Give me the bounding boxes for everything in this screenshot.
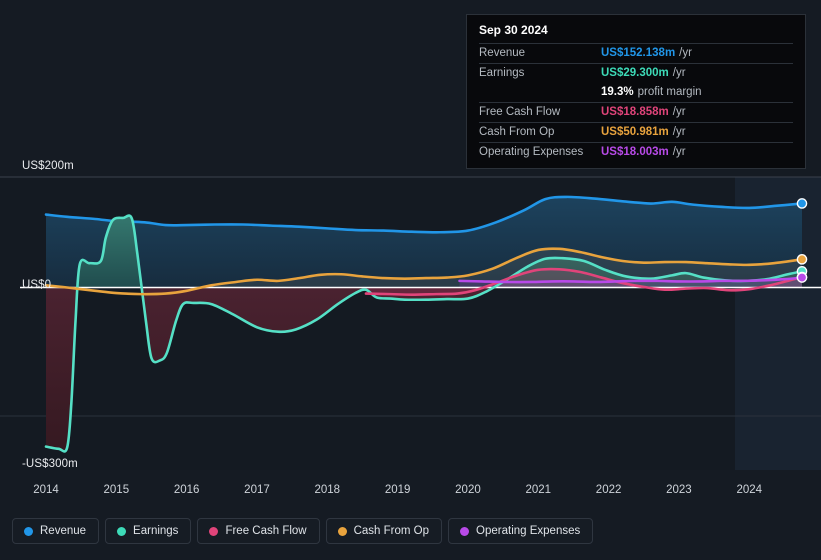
- tooltip-row: Earnings US$29.300m/yr: [479, 63, 793, 83]
- x-axis-tick-2018: 2018: [314, 484, 341, 496]
- data-tooltip-card: Sep 30 2024 Revenue US$152.138m/yr Earning…: [466, 14, 806, 169]
- operating-expenses-end-marker: [796, 272, 808, 283]
- chart-legend[interactable]: Revenue Earnings Free Cash Flow Cash From O…: [12, 518, 594, 544]
- legend-item-free-cash-flow[interactable]: Free Cash Flow: [197, 518, 320, 544]
- tooltip-row: Revenue US$152.138m/yr: [479, 43, 793, 63]
- tooltip-row-unit: profit margin: [637, 86, 702, 98]
- tooltip-row-label: Free Cash Flow: [479, 106, 561, 118]
- legend-color-dot: [460, 526, 470, 536]
- legend-item-label: Earnings: [133, 525, 179, 537]
- x-axis-tick-2019: 2019: [384, 484, 411, 496]
- x-axis-tick-2014: 2014: [33, 484, 59, 496]
- tooltip-row: 19.3% profit margin: [479, 83, 793, 102]
- tooltip-row-value: US$29.300m/yr: [601, 67, 686, 79]
- legend-item-label: Free Cash Flow: [225, 525, 307, 537]
- legend-color-dot: [337, 526, 347, 536]
- legend-color-dot: [24, 526, 33, 536]
- x-axis-tick-2022: 2022: [595, 484, 622, 496]
- tooltip-row-value: US$50.981m/yr: [601, 126, 686, 138]
- x-axis-tick-2020: 2020: [455, 484, 481, 496]
- tooltip-row: Operating Expenses US$18.003m/yr: [479, 142, 793, 162]
- tooltip-row: Cash From Op US$50.981m/yr: [479, 122, 793, 142]
- legend-item-earnings[interactable]: Earnings: [105, 518, 192, 544]
- x-axis-tick-2021: 2021: [525, 484, 552, 496]
- y-axis-label-top: US$200m: [22, 160, 74, 172]
- tooltip-row-value: US$18.858m/yr: [601, 106, 686, 118]
- legend-item-revenue[interactable]: Revenue: [12, 518, 100, 544]
- tooltip-row-unit: /yr: [672, 146, 686, 158]
- legend-color-dot: [209, 526, 219, 536]
- tooltip-row-label: Revenue: [479, 47, 526, 59]
- tooltip-row-unit: /yr: [672, 126, 686, 138]
- y-axis-label-zero: US$0: [22, 279, 52, 291]
- tooltip-row-unit: /yr: [672, 106, 686, 118]
- tooltip-row: Free Cash Flow US$18.858m/yr: [479, 102, 793, 122]
- y-axis-label-bottom: -US$300m: [22, 458, 78, 470]
- legend-item-label: Cash From Op: [353, 525, 430, 537]
- tooltip-row-value: 19.3% profit margin: [601, 86, 702, 98]
- tooltip-row-unit: /yr: [679, 47, 692, 59]
- x-axis-tick-2024: 2024: [736, 484, 763, 496]
- tooltip-row-label: Operating Expenses: [479, 146, 584, 158]
- legend-color-dot: [117, 526, 127, 536]
- legend-item-cash-from-op[interactable]: Cash From Op: [325, 518, 443, 544]
- cash-from-op-end-marker: [796, 254, 808, 265]
- x-axis-tick-2023: 2023: [666, 484, 692, 496]
- x-axis-tick-2015: 2015: [103, 484, 130, 496]
- legend-item-label: Operating Expenses: [476, 525, 581, 537]
- x-axis-tick-2017: 2017: [244, 484, 270, 496]
- tooltip-rows: Revenue US$152.138m/yr Earnings US$29.300m /…: [479, 43, 793, 162]
- legend-item-operating-expenses[interactable]: Operating Expenses: [448, 518, 594, 544]
- revenue-end-marker: [796, 198, 808, 209]
- tooltip-row-label: Cash From Op: [479, 126, 555, 138]
- legend-item-label: Revenue: [40, 525, 87, 537]
- tooltip-row-label: Earnings: [479, 67, 525, 79]
- tooltip-row-value: US$18.003m/yr: [601, 146, 686, 158]
- tooltip-row-unit: /yr: [672, 67, 686, 79]
- x-axis-tick-2016: 2016: [173, 484, 200, 496]
- x-axis: 2014 2015 2016 2017 2018 2019 2020 2021 2022 2023…: [0, 484, 821, 502]
- tooltip-row-value: US$152.138m/yr: [601, 47, 692, 59]
- tooltip-date: Sep 30 2024: [479, 23, 548, 37]
